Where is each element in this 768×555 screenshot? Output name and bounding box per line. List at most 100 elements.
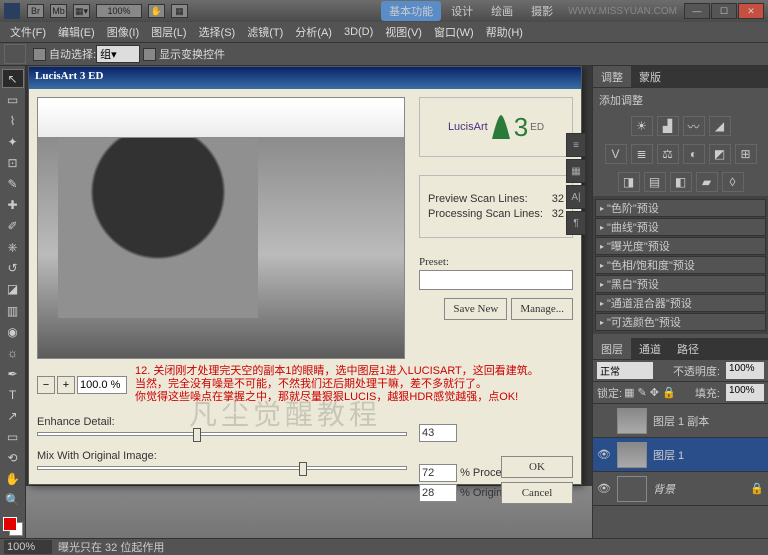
transform-checkbox[interactable] (143, 48, 156, 61)
preset-mixer[interactable]: "通道混合器"预设 (595, 294, 766, 312)
tab-channels[interactable]: 通道 (631, 338, 669, 359)
shape-tool[interactable]: ▭ (2, 428, 24, 447)
preview-image[interactable] (37, 97, 405, 359)
blur-tool[interactable]: ◉ (2, 322, 24, 341)
menu-analysis[interactable]: 分析(A) (295, 24, 332, 40)
wand-tool[interactable]: ✦ (2, 132, 24, 151)
fill-input[interactable]: 100% (726, 384, 764, 401)
gradient-map-icon[interactable]: ▰ (696, 172, 718, 192)
brightness-icon[interactable]: ☀ (631, 116, 653, 136)
zoom-value[interactable]: 100.0 % (77, 376, 127, 394)
eraser-tool[interactable]: ◪ (2, 280, 24, 299)
zoom-in-button[interactable]: + (57, 376, 75, 394)
preset-exposure[interactable]: "曝光度"预设 (595, 237, 766, 255)
preset-dropdown[interactable] (419, 270, 573, 290)
maximize-button[interactable]: ☐ (711, 3, 737, 19)
dialog-titlebar[interactable]: LucisArt 3 ED (29, 67, 581, 89)
vibrance-icon[interactable]: V (605, 144, 627, 164)
dock-para-icon[interactable]: ¶ (566, 211, 586, 235)
tab-mask[interactable]: 蒙版 (631, 66, 669, 87)
tab-layers[interactable]: 图层 (593, 338, 631, 359)
lasso-tool[interactable]: ⌇ (2, 111, 24, 130)
preset-levels[interactable]: "色阶"预设 (595, 199, 766, 217)
layer-1[interactable]: 👁 图层 1 (593, 438, 768, 472)
zoom-out-button[interactable]: − (37, 376, 55, 394)
menu-edit[interactable]: 编辑(E) (58, 24, 95, 40)
brush-tool[interactable]: ✐ (2, 217, 24, 236)
menu-select[interactable]: 选择(S) (199, 24, 236, 40)
cancel-button[interactable]: Cancel (501, 482, 573, 504)
dock-char-icon[interactable]: A| (566, 185, 586, 209)
auto-select-checkbox[interactable] (33, 48, 46, 61)
path-tool[interactable]: ↗ (2, 407, 24, 426)
type-tool[interactable]: T (2, 385, 24, 404)
stamp-tool[interactable]: ⎈ (2, 238, 24, 257)
menu-filter[interactable]: 滤镜(T) (247, 24, 283, 40)
bw-icon[interactable]: ◐ (683, 144, 705, 164)
menu-file[interactable]: 文件(F) (10, 24, 46, 40)
blend-mode-dropdown[interactable]: 正常 (597, 362, 653, 379)
history-brush-tool[interactable]: ↺ (2, 259, 24, 278)
3d-tool[interactable]: ⟲ (2, 449, 24, 468)
mix-processed-value[interactable]: 72 (419, 464, 457, 482)
mode-basic[interactable]: 基本功能 (381, 1, 441, 21)
tool-preset-icon[interactable] (4, 44, 26, 64)
minimize-button[interactable]: — (684, 3, 710, 19)
levels-icon[interactable]: ▟ (657, 116, 679, 136)
menu-view[interactable]: 视图(V) (385, 24, 422, 40)
selective-icon[interactable]: ◊ (722, 172, 744, 192)
visibility-icon[interactable]: 👁 (597, 448, 611, 462)
preset-selective[interactable]: "可选颜色"预设 (595, 313, 766, 331)
visibility-icon[interactable] (597, 414, 611, 428)
photo-filter-icon[interactable]: ◩ (709, 144, 731, 164)
invert-icon[interactable]: ◨ (618, 172, 640, 192)
mode-paint[interactable]: 绘画 (483, 1, 521, 21)
menu-layer[interactable]: 图层(L) (151, 24, 186, 40)
visibility-icon[interactable]: 👁 (597, 482, 611, 496)
dock-swatches-icon[interactable]: ▦ (566, 159, 586, 183)
mixer-icon[interactable]: ⊞ (735, 144, 757, 164)
mode-design[interactable]: 设计 (443, 1, 481, 21)
titlebar-btn-frame[interactable]: ▦▾ (73, 4, 90, 18)
curves-icon[interactable]: 〰 (683, 116, 705, 136)
layer-copy1[interactable]: 图层 1 副本 (593, 404, 768, 438)
mode-photo[interactable]: 摄影 (523, 1, 561, 21)
auto-select-dropdown[interactable]: 组 ▾ (96, 45, 140, 63)
enhance-value[interactable]: 43 (419, 424, 457, 442)
dodge-tool[interactable]: ☼ (2, 343, 24, 362)
color-swatch[interactable] (3, 517, 23, 536)
tab-paths[interactable]: 路径 (669, 338, 707, 359)
menu-image[interactable]: 图像(I) (107, 24, 139, 40)
zoom-tool[interactable]: 🔍 (2, 491, 24, 510)
move-tool[interactable]: ↖ (2, 69, 24, 88)
menu-help[interactable]: 帮助(H) (486, 24, 523, 40)
heal-tool[interactable]: ✚ (2, 196, 24, 215)
crop-tool[interactable]: ⊡ (2, 153, 24, 172)
menu-window[interactable]: 窗口(W) (434, 24, 474, 40)
status-zoom[interactable]: 100% (4, 540, 52, 554)
dock-history-icon[interactable]: ≡ (566, 133, 586, 157)
hand-tool[interactable]: ✋ (2, 470, 24, 489)
mix-slider[interactable] (37, 466, 407, 470)
threshold-icon[interactable]: ◧ (670, 172, 692, 192)
preset-curves[interactable]: "曲线"预设 (595, 218, 766, 236)
eyedropper-tool[interactable]: ✎ (2, 174, 24, 193)
titlebar-btn-br[interactable]: Br (27, 4, 44, 18)
opacity-input[interactable]: 100% (726, 362, 764, 379)
mix-original-value[interactable]: 28 (419, 484, 457, 502)
titlebar-btn-hand[interactable]: ✋ (148, 4, 165, 18)
preset-hue[interactable]: "色相/饱和度"预设 (595, 256, 766, 274)
titlebar-btn-mb[interactable]: Mb (50, 4, 67, 18)
marquee-tool[interactable]: ▭ (2, 90, 24, 109)
save-new-button[interactable]: Save New (444, 298, 507, 320)
tab-adjust[interactable]: 调整 (593, 66, 631, 87)
manage-button[interactable]: Manage... (511, 298, 573, 320)
menu-3d[interactable]: 3D(D) (344, 26, 373, 38)
enhance-slider[interactable] (37, 432, 407, 436)
titlebar-zoom[interactable]: 100% (96, 4, 142, 18)
preset-bw[interactable]: "黑白"预设 (595, 275, 766, 293)
layer-background[interactable]: 👁 背景 🔒 (593, 472, 768, 506)
close-button[interactable]: ✕ (738, 3, 764, 19)
exposure-icon[interactable]: ◢ (709, 116, 731, 136)
hue-icon[interactable]: ≣ (631, 144, 653, 164)
